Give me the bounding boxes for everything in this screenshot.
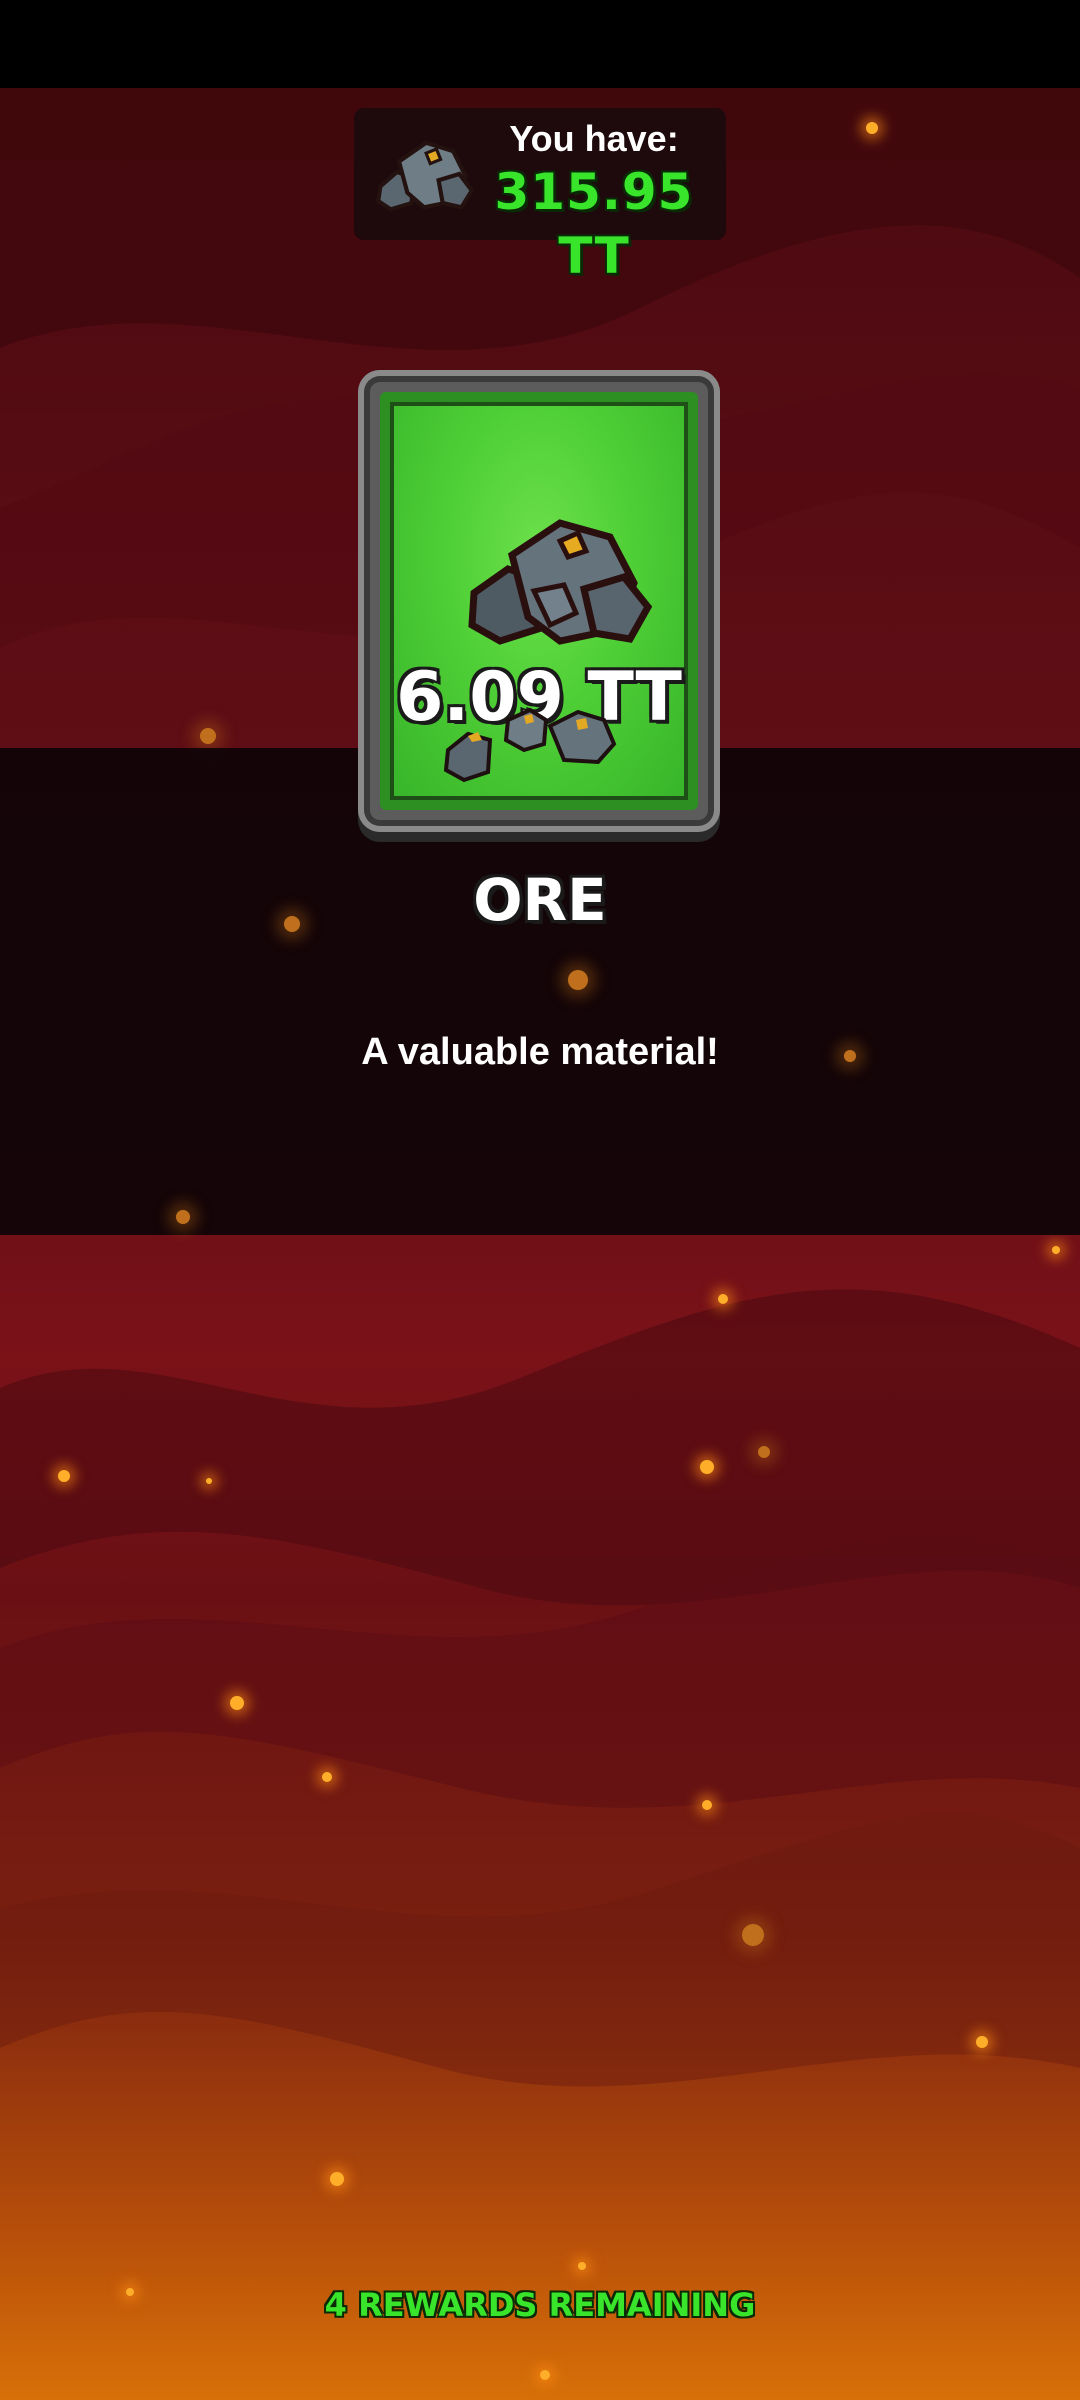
- ember-particle: [758, 1446, 770, 1458]
- ember-particle: [58, 1470, 70, 1482]
- ember-particle: [568, 970, 588, 990]
- ore-rock-icon: [468, 519, 653, 645]
- ember-particle: [206, 1478, 212, 1484]
- ember-particle: [540, 2370, 550, 2380]
- ember-particle: [742, 1924, 764, 1946]
- ember-particle: [330, 2172, 344, 2186]
- ember-particle: [866, 122, 878, 134]
- ember-particle: [718, 1294, 728, 1304]
- ember-particle: [284, 916, 300, 932]
- reward-title: ORE: [473, 866, 607, 934]
- reward-description: A valuable material!: [361, 1031, 719, 1073]
- ember-particle: [1052, 1246, 1060, 1254]
- ember-particle: [844, 1050, 856, 1062]
- status-bar: [0, 0, 1080, 88]
- ember-particle: [578, 2262, 586, 2270]
- rewards-remaining-label: 4 REWARDS REMAINING: [324, 2286, 756, 2324]
- reward-card[interactable]: 6.09 TT: [358, 370, 720, 832]
- ore-rock-icon: [375, 140, 475, 212]
- flying-ore-icon: [443, 707, 617, 783]
- ember-particle: [702, 1800, 712, 1810]
- ember-particle: [700, 1460, 714, 1474]
- currency-amount: 315.95 TT: [494, 163, 694, 285]
- currency-label: You have:: [509, 118, 679, 159]
- ember-particle: [126, 2288, 134, 2296]
- ember-particle: [230, 1696, 244, 1710]
- ember-particle: [976, 2036, 988, 2048]
- ember-particle: [322, 1772, 332, 1782]
- ember-particle: [200, 728, 216, 744]
- currency-panel: You have: 315.95 TT: [354, 108, 726, 285]
- ember-particle: [176, 1210, 190, 1224]
